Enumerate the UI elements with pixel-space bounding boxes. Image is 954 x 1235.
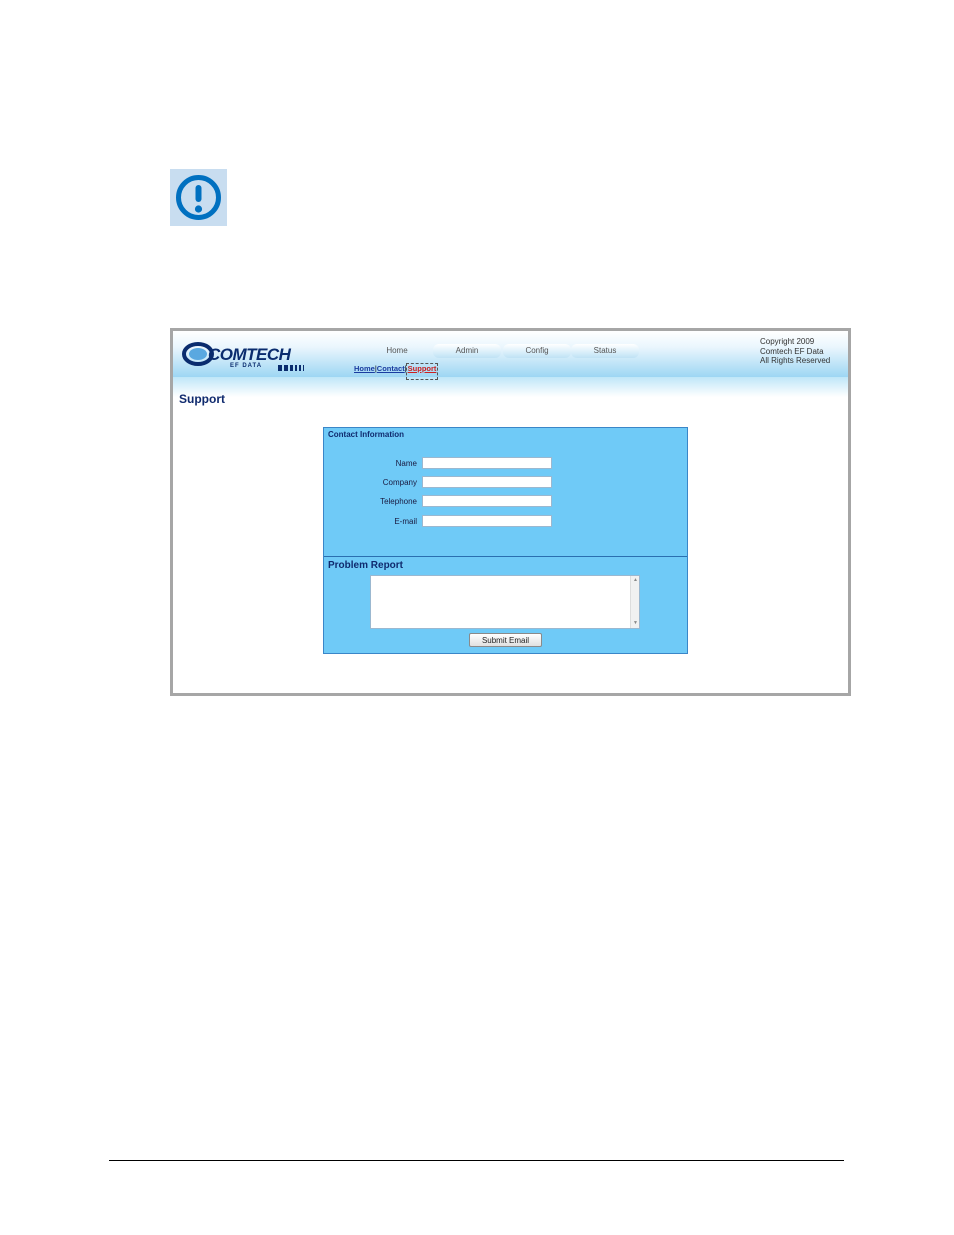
tab-home[interactable]: Home xyxy=(363,344,431,358)
logo-bars-icon xyxy=(278,365,304,371)
tab-status[interactable]: Status xyxy=(571,344,639,358)
telephone-input[interactable] xyxy=(422,495,552,507)
tab-config[interactable]: Config xyxy=(503,344,571,358)
logo-subtitle: EF DATA xyxy=(230,363,263,369)
subnav-home-link[interactable]: Home xyxy=(354,364,375,373)
email-input[interactable] xyxy=(422,515,552,527)
section-divider xyxy=(324,556,687,557)
logo-name: COMTECH xyxy=(208,345,291,364)
copyright-notice: Copyright 2009 Comtech EF Data All Right… xyxy=(760,337,830,366)
report-section-title: Problem Report xyxy=(328,560,404,571)
contact-section-title: Contact Information xyxy=(328,430,404,439)
telephone-label: Telephone xyxy=(380,497,417,506)
footer-divider xyxy=(109,1160,844,1161)
screenshot-frame: COMTECH EF DATA Home Admin Config Status… xyxy=(170,328,851,696)
page-title: Support xyxy=(179,392,225,406)
problem-report-textarea[interactable] xyxy=(370,575,640,629)
caution-icon xyxy=(170,169,227,226)
header-fade xyxy=(173,377,848,397)
company-label: Company xyxy=(382,478,417,487)
submit-email-button[interactable]: Submit Email xyxy=(469,633,542,647)
subnav-contact-link[interactable]: Contact xyxy=(377,364,405,373)
copyright-line: Copyright 2009 xyxy=(760,337,815,346)
textarea-scrollbar[interactable]: ▲ ▼ xyxy=(630,576,639,628)
name-input[interactable] xyxy=(422,457,552,469)
subnav-support-link[interactable]: Support xyxy=(405,363,439,380)
scroll-down-icon[interactable]: ▼ xyxy=(633,621,638,626)
copyright-company: Comtech EF Data xyxy=(760,346,824,356)
company-input[interactable] xyxy=(422,476,552,488)
name-label: Name xyxy=(395,459,417,468)
exclamation-circle-icon xyxy=(176,175,221,220)
breadcrumb: Home|Contact|Support xyxy=(354,363,439,380)
copyright-rights: All Rights Reserved xyxy=(760,356,831,365)
scroll-up-icon[interactable]: ▲ xyxy=(633,578,638,583)
email-label: E-mail xyxy=(394,517,417,526)
comtech-logo[interactable]: COMTECH EF DATA xyxy=(182,341,307,371)
support-form-panel: Contact Information Name Company Telepho… xyxy=(323,427,688,654)
tab-admin[interactable]: Admin xyxy=(433,344,501,358)
